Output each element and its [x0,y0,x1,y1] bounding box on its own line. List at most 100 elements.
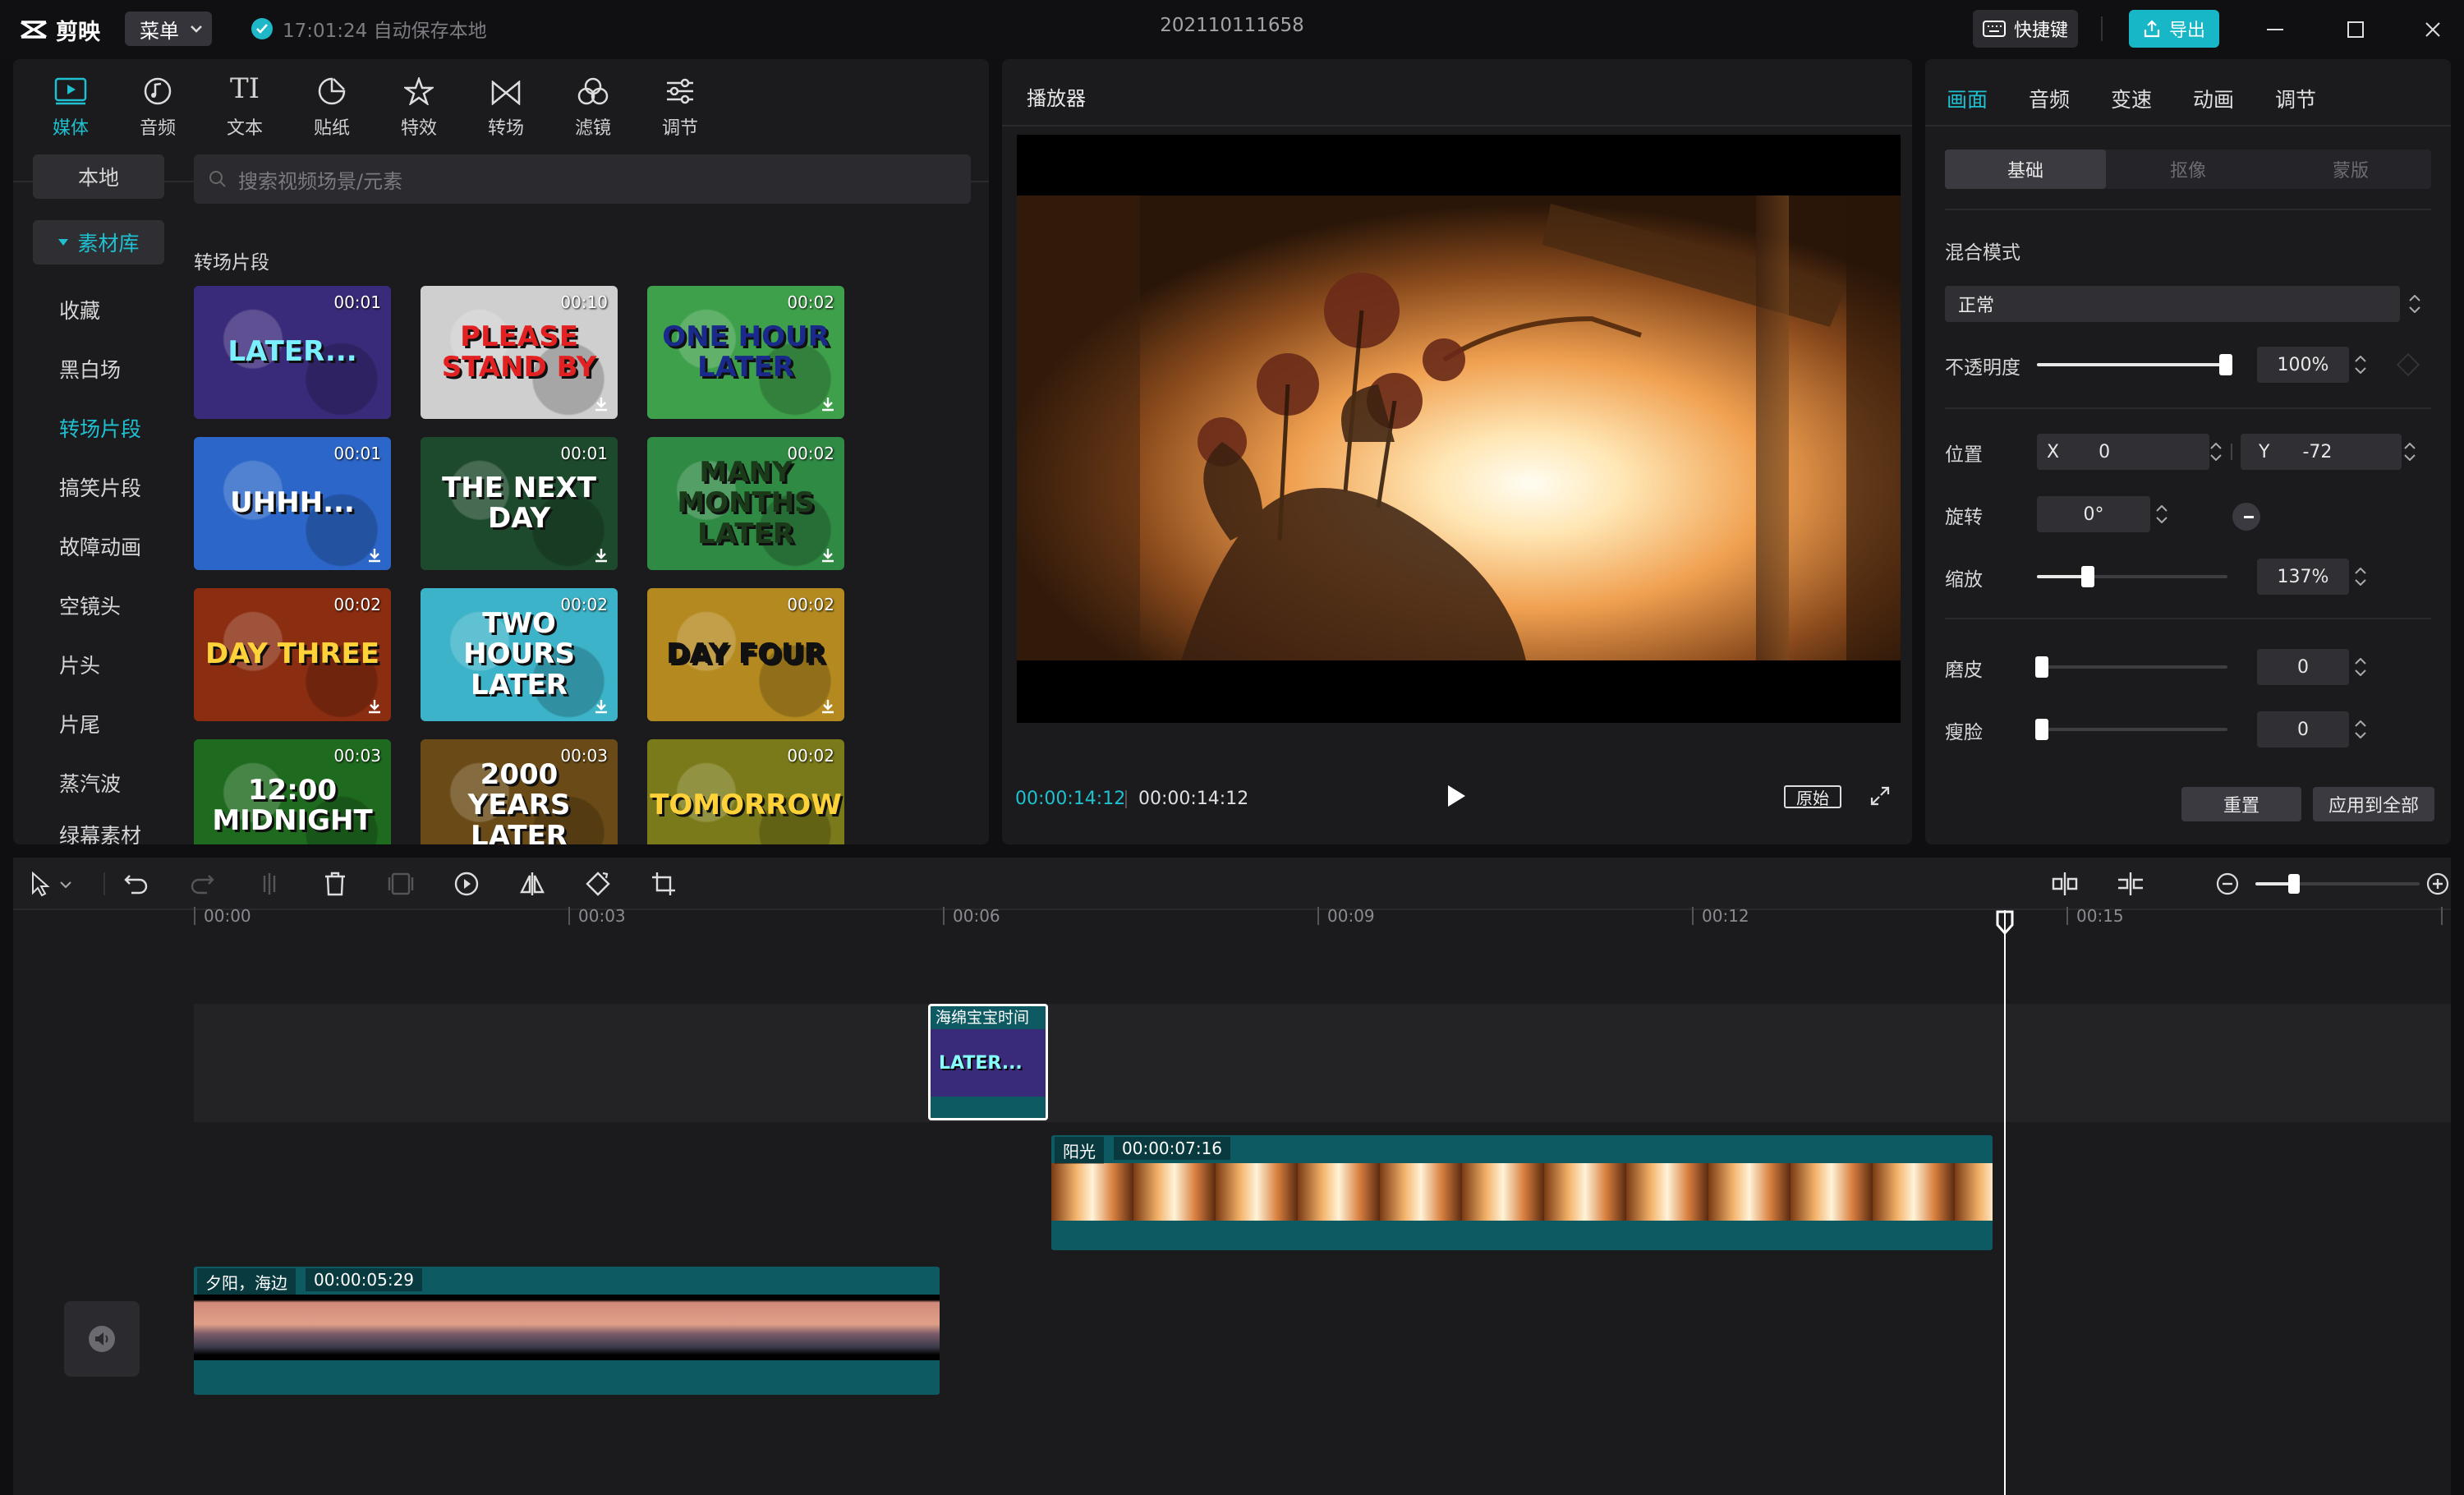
download-icon[interactable] [593,698,609,715]
tab-canvas[interactable]: 画面 [1947,84,1988,113]
select-tool-button[interactable] [30,871,76,897]
smooth-skin-handle[interactable] [2035,656,2048,678]
video-clip-sunlight[interactable]: 阳光 00:00:07:16 [1051,1135,1993,1250]
zoom-slider-handle[interactable] [2288,874,2300,894]
segment-cutout[interactable]: 抠像 [2108,150,2269,189]
download-icon[interactable] [366,698,383,715]
smooth-skin-slider[interactable] [2037,665,2227,669]
segment-mask[interactable]: 蒙版 [2270,150,2431,189]
transition-clip-thumbnail[interactable]: DAY FOUR 00:02 [647,588,844,721]
smooth-skin-stepper[interactable] [2352,649,2369,685]
transition-clip-thumbnail[interactable]: LATER... 00:01 [194,286,391,419]
segment-basic[interactable]: 基础 [1945,150,2106,189]
track-mute-button[interactable] [64,1301,140,1377]
thumbnail-title: LATER... [228,335,357,369]
download-icon[interactable] [820,698,836,715]
tab-speed[interactable]: 变速 [2111,84,2152,113]
freeze-frame-button[interactable] [388,871,414,897]
close-button[interactable] [2408,12,2457,48]
transition-clip-thumbnail[interactable]: 12:00 MIDNIGHT 00:03 [194,739,391,844]
sidebar-item-empty-shots[interactable]: 空镜头 [33,583,164,628]
shortcut-button[interactable]: 快捷键 [1973,10,2078,48]
transition-clip-thumbnail[interactable]: PLEASE STAND BY 00:10 [421,286,618,419]
position-x-field[interactable]: X 0 [2037,434,2209,470]
download-icon[interactable] [366,547,383,564]
slim-face-slider[interactable] [2037,728,2227,731]
rotate-button[interactable] [585,871,611,897]
scale-stepper[interactable] [2352,559,2369,595]
redo-button[interactable] [189,871,215,897]
position-y-stepper[interactable] [2402,434,2418,470]
sidebar-item-greenscreen[interactable]: 绿幕素材 [33,820,164,844]
transition-clip-thumbnail[interactable]: THE NEXT DAY 00:01 [421,437,618,570]
tab-adjust-props[interactable]: 调节 [2275,84,2316,113]
sidebar-item-intro[interactable]: 片头 [33,642,164,687]
fullscreen-button[interactable] [1869,785,1891,807]
sidebar-item-library[interactable]: 素材库 [33,220,164,264]
sidebar-item-glitch[interactable]: 故障动画 [33,524,164,568]
rotation-stepper[interactable] [2154,496,2170,532]
download-icon[interactable] [593,547,609,564]
opacity-slider-handle[interactable] [2219,354,2232,375]
transition-clip-thumbnail[interactable]: 2000 YEARS LATER 00:03 [421,739,618,844]
sidebar-item-funny-clips[interactable]: 搞笑片段 [33,465,164,509]
aspect-ratio-button[interactable]: 原始 [1784,785,1841,808]
blend-mode-stepper[interactable] [2407,286,2423,322]
overlay-thumb-text: LATER... [939,1052,1023,1074]
linkage-toggle[interactable] [2116,871,2145,897]
undo-button[interactable] [123,871,149,897]
transition-clip-thumbnail[interactable]: UHHH... 00:01 [194,437,391,570]
maximize-button[interactable] [2331,12,2380,48]
chevron-up-icon [2404,443,2416,449]
mirror-button[interactable] [519,871,545,897]
apply-to-all-button[interactable]: 应用到全部 [2313,787,2434,821]
scale-slider-handle[interactable] [2081,566,2094,587]
opacity-stepper[interactable] [2352,347,2369,383]
sidebar-item-outro[interactable]: 片尾 [33,702,164,746]
sidebar-item-local[interactable]: 本地 [33,154,164,199]
slim-face-handle[interactable] [2035,719,2048,740]
download-icon[interactable] [593,396,609,412]
rotation-value[interactable]: 0° [2037,496,2150,532]
tab-animation[interactable]: 动画 [2193,84,2234,113]
transition-clip-thumbnail[interactable]: TOMORROW 00:02 [647,739,844,844]
video-clip-sunset-beach[interactable]: 夕阳，海边 00:00:05:29 [194,1267,940,1395]
download-icon[interactable] [820,547,836,564]
download-icon[interactable] [820,396,836,412]
blend-mode-select[interactable]: 正常 [1945,286,2400,322]
sidebar-item-black-white[interactable]: 黑白场 [33,347,164,391]
video-frame[interactable] [1017,196,1901,660]
reset-button[interactable]: 重置 [2181,787,2301,821]
smooth-skin-value[interactable]: 0 [2257,649,2349,685]
thumbnail-duration: 00:10 [560,292,608,312]
slim-face-value[interactable]: 0 [2257,711,2349,748]
scale-value[interactable]: 137% [2257,559,2349,595]
rotation-dial[interactable] [2232,503,2260,531]
minimize-button[interactable] [2250,12,2300,48]
zoom-out-button[interactable] [2214,871,2241,897]
snap-toggle[interactable] [2050,871,2080,897]
sidebar-item-vaporwave[interactable]: 蒸汽波 [33,761,164,805]
transition-clip-thumbnail[interactable]: ONE HOUR LATER 00:02 [647,286,844,419]
sidebar-item-favorites[interactable]: 收藏 [33,288,164,332]
export-button[interactable]: 导出 [2129,10,2219,48]
delete-button[interactable] [322,871,348,897]
overlay-clip[interactable]: 海绵宝宝时间 LATER... [928,1004,1048,1120]
sidebar-item-transition-clips[interactable]: 转场片段 [33,406,164,450]
search-input[interactable]: 搜索视频场景/元素 [194,154,971,204]
transition-clip-thumbnail[interactable]: DAY THREE 00:02 [194,588,391,721]
zoom-in-button[interactable] [2425,871,2451,897]
position-x-stepper[interactable] [2208,434,2224,470]
reverse-button[interactable] [453,871,480,897]
crop-button[interactable] [650,871,677,897]
transition-clip-thumbnail[interactable]: MANY MONTHS LATER 00:02 [647,437,844,570]
split-button[interactable] [256,871,283,897]
menu-button[interactable]: 菜单 [125,12,212,46]
position-y-field[interactable]: Y -72 [2241,434,2402,470]
opacity-value[interactable]: 100% [2257,347,2349,383]
keyframe-diamond-icon[interactable] [2396,352,2420,377]
play-button[interactable] [1446,784,1467,808]
slim-face-stepper[interactable] [2352,711,2369,748]
tab-audio-props[interactable]: 音频 [2029,84,2070,113]
transition-clip-thumbnail[interactable]: TWO HOURS LATER 00:02 [421,588,618,721]
